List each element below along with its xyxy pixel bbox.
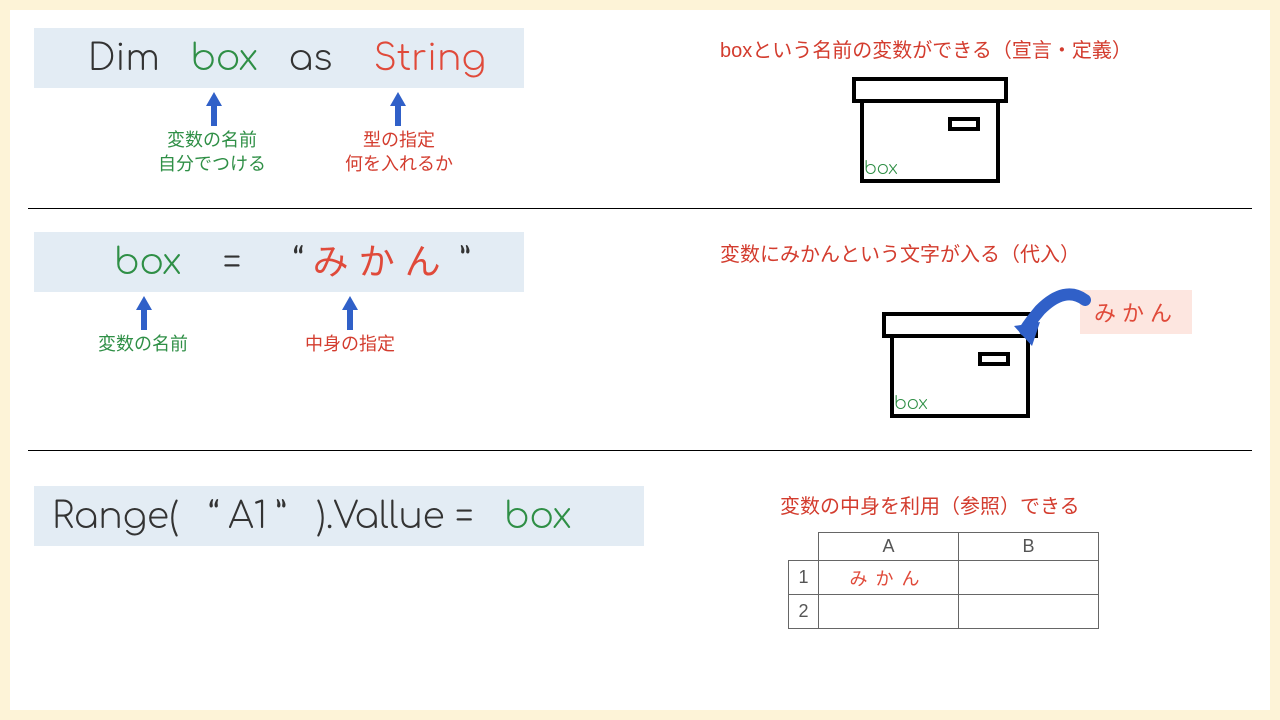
box-illustration-1: box: [850, 75, 1010, 185]
type-name: String: [374, 39, 486, 79]
code-line-assignment: box = “ みかん ”: [34, 232, 524, 292]
row-1: 1: [789, 561, 819, 595]
literal-mikan: みかん: [313, 242, 451, 282]
divider-1: [28, 208, 1252, 209]
quote-close-2: ”: [277, 497, 287, 537]
code-line-reference: Range( “ A1 ” ).Vallue = box: [34, 486, 644, 546]
annot-varname-2: 変数の名前: [98, 332, 188, 356]
quote-close-1: ”: [461, 243, 471, 283]
equals-sign: =: [223, 243, 241, 283]
cell-b1: [959, 561, 1099, 595]
cell-a2: [819, 595, 959, 629]
var-name-1: box: [190, 39, 258, 79]
arrow-up-icon: [206, 92, 222, 126]
range-call-pre: Range(: [52, 497, 178, 537]
quote-open-2: “: [208, 497, 218, 537]
diagram-canvas: Dim box as String 変数の名前 自分でつける 型の指定 何を入れ…: [10, 10, 1270, 710]
arrow-up-icon: [342, 296, 358, 330]
annot-type-line2: 何を入れるか: [345, 152, 453, 176]
keyword-as: as: [289, 39, 333, 79]
range-call-mid: ).Vallue =: [317, 497, 473, 537]
quote-open-1: “: [293, 243, 303, 283]
explain-declaration: boxという名前の変数ができる（宣言・定義）: [720, 38, 1132, 65]
annot-varname-line1: 変数の名前: [158, 128, 266, 152]
explain-reference: 変数の中身を利用（参照）できる: [780, 494, 1080, 521]
var-name-3: box: [504, 497, 572, 537]
row-2: 2: [789, 595, 819, 629]
cell-a1: みかん: [819, 561, 959, 595]
var-name-2: box: [114, 243, 182, 283]
annot-type-line1: 型の指定: [345, 128, 453, 152]
annot-type: 型の指定 何を入れるか: [345, 128, 453, 177]
annot-content: 中身の指定: [305, 332, 395, 356]
annot-varname: 変数の名前 自分でつける: [158, 128, 266, 177]
arrow-up-icon: [136, 296, 152, 330]
explain-assignment: 変数にみかんという文字が入る（代入）: [720, 242, 1080, 269]
col-b: B: [959, 533, 1099, 561]
annot-varname-line2: 自分でつける: [158, 152, 266, 176]
spreadsheet: A B 1 みかん 2: [788, 532, 1099, 629]
box-label-1: box: [864, 159, 898, 179]
code-line-declaration: Dim box as String: [34, 28, 524, 88]
sheet-corner: [789, 533, 819, 561]
arrow-curve-icon: [1010, 280, 1100, 355]
keyword-dim: Dim: [88, 39, 160, 79]
divider-2: [28, 450, 1252, 451]
cell-b2: [959, 595, 1099, 629]
box-label-2: box: [894, 394, 928, 414]
cell-addr: A1: [228, 497, 267, 537]
arrow-up-icon: [390, 92, 406, 126]
col-a: A: [819, 533, 959, 561]
